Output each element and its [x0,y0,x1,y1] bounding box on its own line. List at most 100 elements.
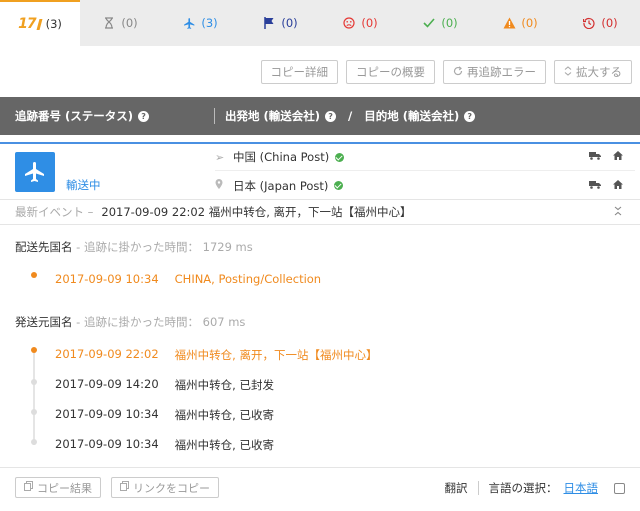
tab-count: (3) [201,16,218,30]
origin-carrier-icons [589,151,623,163]
home-icon[interactable] [613,151,623,163]
timeline-dot-active [31,272,37,278]
latest-event-bar[interactable]: 最新イベント – 2017-09-09 22:02 福州中转仓, 离开，下一站【… [0,199,640,225]
language-label: 言語の選択： [488,481,558,495]
truck-icon[interactable] [589,180,601,192]
event-time: 2017-09-09 10:34 [55,272,159,286]
header-col2-label: 出発地 (輸送会社) [225,109,321,123]
expand-icon [564,65,572,79]
copy-detail-label: コピー詳細 [270,65,329,79]
event-time: 2017-09-09 22:02 [55,347,159,361]
flag-icon [262,16,276,30]
header-route: 出発地 (輸送会社)? / 目的地 (輸送会社)? [225,108,476,124]
event-desc: 福州中转仓, 已收寄 [174,438,274,452]
17track-logo: 17 [18,16,37,32]
check-circle-icon [334,181,344,190]
expand-button[interactable]: 拡大する [554,60,632,84]
timeline-dot-active [31,347,37,353]
refresh-icon [453,65,463,79]
translate-checkbox[interactable] [614,482,625,494]
destination-carrier-name[interactable]: 日本 (Japan Post) [233,178,328,194]
language-area: 翻訳 言語の選択： 日本語 [445,480,625,496]
timeline-dot [31,379,37,385]
destination-carrier: 日本 (Japan Post) [215,172,635,199]
event-time: 2017-09-09 14:20 [55,377,159,391]
plane-icon [25,162,44,182]
table-header: 追跡番号 (ステータス)? 出発地 (輸送会社)? / 目的地 (輸送会社)? [0,97,640,135]
retrack-error-label: 再追跡エラー [467,65,536,79]
tab-delivered[interactable]: (0) [400,0,480,46]
header-col1-label: 追跡番号 (ステータス) [15,109,134,123]
timeline-line [33,351,35,445]
location-pin-icon [215,179,233,192]
copy-icon [120,481,129,494]
event-time: 2017-09-09 10:34 [55,437,159,451]
copy-icon [24,481,33,494]
tab-not-found[interactable]: (0) [80,0,160,46]
time-value: 607 ms [202,315,246,329]
header-tracking-number: 追跡番号 (ステータス)? [15,108,150,124]
event-desc: 福州中转仓, 已封发 [174,378,274,392]
help-icon[interactable]: ? [325,110,337,122]
collapse-icon[interactable] [614,205,622,219]
event-desc: 福州中转仓, 已收寄 [174,408,274,422]
origin-section-title: 発送元国名 - 追跡に掛かった時間： 607 ms [15,314,245,330]
truck-icon[interactable] [589,151,601,163]
sad-face-icon [342,16,356,30]
section-title: 発送元国名 [15,315,73,329]
help-icon[interactable]: ? [464,110,476,122]
hourglass-icon [102,16,116,30]
tab-count: (0) [361,16,378,30]
time-label: - 追跡に掛かった時間： [76,315,199,329]
destination-section-title: 配送先国名 - 追跡に掛かった時間： 1729 ms [15,239,253,255]
tab-expired[interactable]: (0) [560,0,640,46]
tab-count: (0) [441,16,458,30]
translate-button[interactable]: 翻訳 [445,480,468,496]
check-circle-icon [335,152,345,162]
tab-count: (0) [121,16,138,30]
timeline-event: 2017-09-09 10:34 CHINA, Posting/Collecti… [55,272,321,286]
destination-carrier-icons [589,179,623,192]
tab-in-transit[interactable]: (3) [160,0,240,46]
warning-icon [502,16,516,30]
tab-pickup[interactable]: (0) [240,0,320,46]
tab-alert[interactable]: (0) [480,0,560,46]
status-label[interactable]: 輸送中 [66,177,101,193]
copy-detail-button[interactable]: コピー詳細 [260,60,338,84]
tracking-row[interactable]: 輸送中 ➢ 中国 (China Post) 日本 (Japan Post) [0,142,640,198]
in-transit-status-icon [15,152,55,192]
copy-link-button[interactable]: リンクをコピー [111,477,219,498]
copy-summary-button[interactable]: コピーの概要 [346,60,435,84]
origin-carrier: ➢ 中国 (China Post) [215,144,635,171]
footer: コピー結果 リンクをコピー 翻訳 言語の選択： 日本語 [0,467,640,511]
header-slash: / [348,109,353,123]
copy-link-label: リンクをコピー [133,481,210,495]
check-icon [422,16,436,30]
event-desc: CHINA, Posting/Collection [174,272,322,286]
tab-undelivered[interactable]: (0) [320,0,400,46]
home-icon[interactable] [613,179,623,192]
copy-result-label: コピー結果 [37,481,92,495]
tab-all[interactable]: 17 (3) [0,0,80,46]
expand-label: 拡大する [576,65,622,79]
timeline-event: 2017-09-09 22:02 福州中转仓, 离开，下一站【福州中心】 [55,347,377,363]
tracking-panel: コピー詳細 コピーの概要 再追跡エラー 拡大する 追跡番号 (ステータス)? 出… [0,46,640,511]
origin-carrier-name[interactable]: 中国 (China Post) [233,149,329,165]
header-divider [214,108,215,124]
tab-count: (0) [521,16,538,30]
event-desc: 福州中转仓, 离开，下一站【福州中心】 [174,348,378,362]
tab-count: (0) [601,16,618,30]
divider [477,481,479,495]
header-col3-label: 目的地 (輸送会社) [364,109,460,123]
send-icon: ➢ [215,150,225,164]
timeline-event: 2017-09-09 10:34 福州中转仓, 已收寄 [55,407,274,423]
latest-event-text: 2017-09-09 22:02 福州中转仓, 离开，下一站【福州中心】 [101,205,412,219]
retrack-error-button[interactable]: 再追跡エラー [443,60,546,84]
timeline-event: 2017-09-09 14:20 福州中转仓, 已封发 [55,377,274,393]
help-icon[interactable]: ? [138,110,150,122]
copy-result-button[interactable]: コピー結果 [15,477,101,498]
timeline-event: 2017-09-09 10:34 福州中转仓, 已收寄 [55,437,274,453]
section-title: 配送先国名 [15,240,73,254]
history-icon [582,16,596,30]
language-select-link[interactable]: 日本語 [564,480,599,496]
